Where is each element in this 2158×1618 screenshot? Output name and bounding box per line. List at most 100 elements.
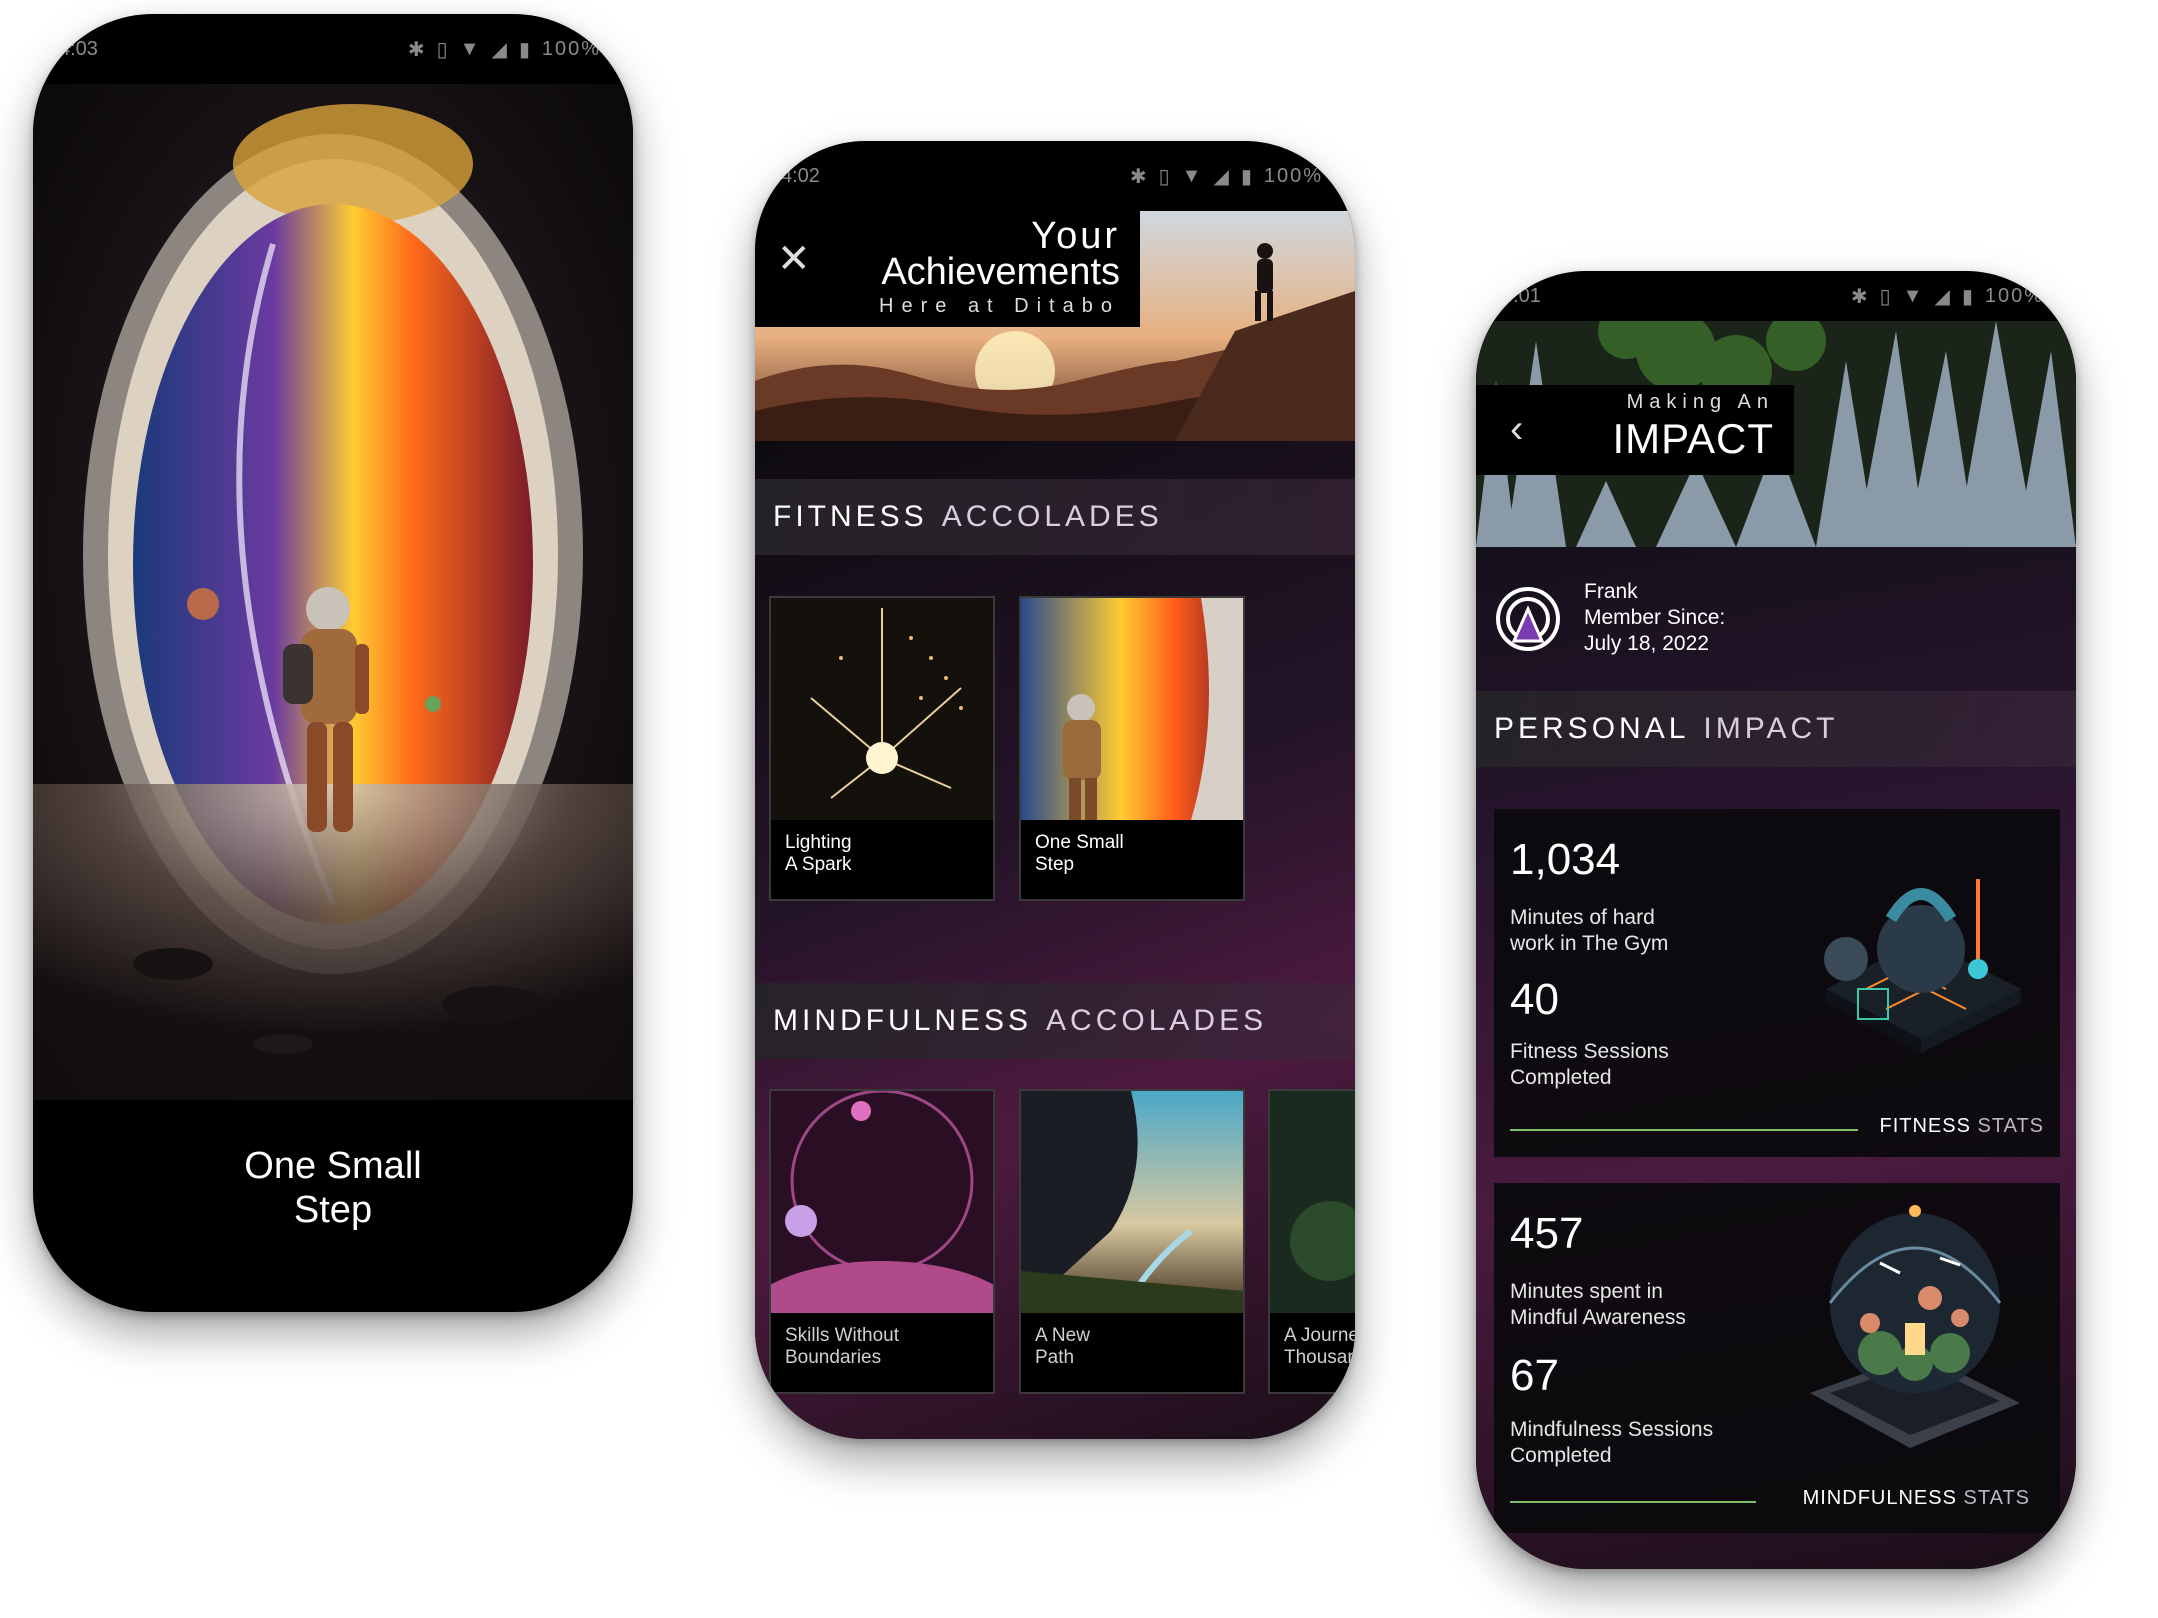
card-label-line1: One Small (1035, 832, 1124, 853)
phone-accolade-detail: 4:03 ✱ ▯ ▼ ◢ ▮ 100% One Small Step (33, 14, 633, 1312)
divider-line (1510, 1501, 1756, 1503)
tag-light: STATS (1977, 1115, 2044, 1137)
phone-achievements: 4:02 ✱ ▯ ▼ ◢ ▮ 100% ✕ Your Achievements … (755, 141, 1355, 1439)
wifi-icon: ▼ (459, 37, 482, 60)
fitness-sessions-value: 40 (1510, 975, 1559, 1024)
mindful-minutes-label: Minutes spent in Mindful Awareness (1510, 1279, 1686, 1331)
accolade-card-one-small-step[interactable]: One Small Step (1019, 596, 1245, 901)
mindfulness-stats-card: 457 Minutes spent in Mindful Awareness 6… (1494, 1183, 2060, 1533)
card-label-line2: Path (1035, 1347, 1075, 1368)
wifi-icon: ▼ (1902, 284, 1925, 307)
status-time: 4:01 (1502, 284, 1541, 307)
heading-bold: FITNESS (773, 500, 928, 533)
heading-bold: PERSONAL (1494, 712, 1690, 745)
phone-making-an-impact: 4:01 ✱ ▯ ▼ ◢ ▮ 100% ‹ Making An IMPACT F… (1476, 271, 2076, 1569)
impact-header: ‹ Making An IMPACT (1476, 385, 1794, 475)
mindfulness-stats-tag: MINDFULNESS STATS (1803, 1487, 2030, 1510)
battery-icon: ▮ (1240, 165, 1254, 188)
bluetooth-icon: ✱ (407, 38, 427, 61)
kettlebell-gym-illustration (1806, 839, 2036, 1069)
achievements-header: ✕ Your Achievements Here at Ditabo (755, 211, 1140, 327)
status-bar: 4:03 ✱ ▯ ▼ ◢ ▮ 100% (33, 14, 633, 84)
battery-percent: 100% (541, 37, 601, 60)
card-label: One Small Step (1035, 832, 1124, 876)
status-icons: ✱ ▯ ▼ ◢ ▮ 100% (1851, 284, 2044, 309)
fitness-stats-card: 1,034 Minutes of hard work in The Gym 40… (1494, 809, 2060, 1157)
card-label: A New Path (1035, 1325, 1090, 1369)
member-text: Frank Member Since: July 18, 2022 (1584, 579, 1725, 657)
battery-icon: ▮ (1961, 285, 1975, 308)
battery-percent: 100% (1263, 164, 1323, 187)
mindfulness-accolades-heading: MINDFULNESS ACCOLADES (755, 983, 1355, 1059)
accolade-card-skills-without-boundaries[interactable]: Skills Without Boundaries (769, 1089, 995, 1394)
status-time: 4:02 (781, 164, 820, 187)
status-icons: ✱ ▯ ▼ ◢ ▮ 100% (408, 37, 601, 62)
card-label-line2: Thousar (1284, 1347, 1354, 1368)
card-label-line2: A Spark (785, 854, 852, 875)
status-time: 4:03 (59, 37, 98, 60)
vibrate-icon: ▯ (436, 38, 450, 61)
card-label-line1: Lighting (785, 832, 852, 853)
divider-line (1510, 1129, 1858, 1131)
card-label-line2: Boundaries (785, 1347, 882, 1368)
header-subtitle: Here at Ditabo (879, 295, 1120, 317)
card-label: Skills Without Boundaries (785, 1325, 899, 1369)
card-label-line1: Skills Without (785, 1325, 900, 1346)
signal-icon: ◢ (1934, 285, 1952, 308)
tag-light: STATS (1963, 1487, 2030, 1509)
fitness-minutes-value: 1,034 (1510, 835, 1621, 884)
fitness-stats-tag: FITNESS STATS (1880, 1115, 2045, 1138)
wifi-icon: ▼ (1181, 164, 1204, 187)
label-line1: Fitness Sessions (1510, 1040, 1669, 1063)
accolade-card-a-journey[interactable]: A Journe Thousar (1268, 1089, 1355, 1394)
accolade-title-line2: Step (293, 1189, 373, 1231)
card-label: Lighting A Spark (785, 832, 852, 876)
label-line1: Minutes of hard (1510, 906, 1655, 929)
label-line2: Completed (1510, 1444, 1612, 1467)
member-name: Frank (1584, 580, 1638, 603)
status-icons: ✱ ▯ ▼ ◢ ▮ 100% (1130, 164, 1323, 189)
header-small: Making An (1626, 391, 1774, 413)
back-chevron-icon[interactable]: ‹ (1510, 407, 1523, 452)
mindful-sessions-label: Mindfulness Sessions Completed (1510, 1417, 1713, 1469)
heading-light: ACCOLADES (941, 500, 1163, 533)
card-label: A Journe Thousar (1284, 1325, 1355, 1369)
accolade-card-a-new-path[interactable]: A New Path (1019, 1089, 1245, 1394)
card-label-line2: Step (1035, 854, 1075, 875)
accolade-title: One Small Step (33, 1144, 633, 1232)
fitness-accolades-heading: FITNESS ACCOLADES (755, 479, 1355, 555)
accolade-card-lighting-a-spark[interactable]: Lighting A Spark (769, 596, 995, 901)
battery-icon: ▮ (518, 38, 532, 61)
sparkler-image (771, 598, 993, 820)
astronaut-thumbnail (1021, 598, 1243, 820)
close-icon[interactable]: ✕ (777, 239, 811, 279)
label-line1: Minutes spent in (1510, 1280, 1663, 1303)
tag-bold: MINDFULNESS (1802, 1487, 1957, 1509)
label-line1: Mindfulness Sessions (1510, 1418, 1714, 1441)
label-line2: Completed (1510, 1066, 1612, 1089)
heading-light: ACCOLADES (1046, 1004, 1268, 1037)
bluetooth-icon: ✱ (1129, 165, 1149, 188)
battery-percent: 100% (1984, 284, 2044, 307)
heading-bold: MINDFULNESS (773, 1004, 1033, 1037)
accolade-title-line1: One Small (244, 1145, 422, 1187)
tag-bold: FITNESS (1879, 1115, 1971, 1137)
status-bar: 4:01 ✱ ▯ ▼ ◢ ▮ 100% (1476, 271, 2076, 321)
vibrate-icon: ▯ (1879, 285, 1893, 308)
vibrate-icon: ▯ (1158, 165, 1172, 188)
ditabo-logo-icon (1496, 587, 1560, 651)
status-bar: 4:02 ✱ ▯ ▼ ◢ ▮ 100% (755, 141, 1355, 211)
header-title-line2: Achievements (881, 251, 1120, 293)
astronaut-portal-artwork (33, 84, 633, 1100)
personal-impact-heading: PERSONAL IMPACT (1476, 691, 2076, 767)
heading-light: IMPACT (1703, 712, 1839, 745)
card-label-line1: A Journe (1284, 1325, 1355, 1346)
header-big: IMPACT (1612, 415, 1774, 462)
fitness-minutes-label: Minutes of hard work in The Gym (1510, 905, 1668, 957)
mindful-minutes-value: 457 (1510, 1209, 1584, 1258)
forest-image (1270, 1091, 1355, 1313)
member-info: Frank Member Since: July 18, 2022 (1476, 547, 2076, 691)
label-line2: Mindful Awareness (1510, 1306, 1686, 1329)
bluetooth-icon: ✱ (1850, 285, 1870, 308)
signal-icon: ◢ (1213, 165, 1231, 188)
